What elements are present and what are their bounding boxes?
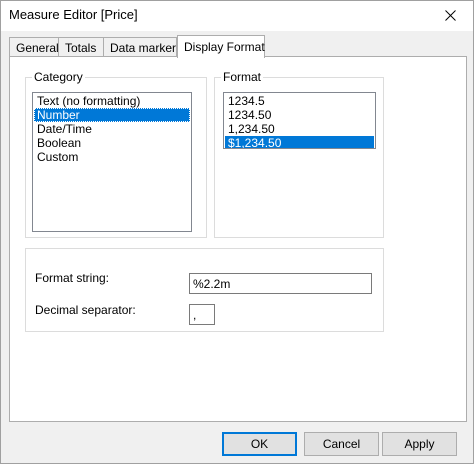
category-group-label: Category [32, 70, 85, 84]
tab-general[interactable]: General [9, 37, 59, 57]
category-item-boolean[interactable]: Boolean [34, 136, 190, 150]
tab-data-marker[interactable]: Data marker [103, 37, 177, 57]
format-listbox[interactable]: 1234.5 1234.50 1,234.50 $1,234.50 [223, 92, 376, 149]
ok-button[interactable]: OK [222, 432, 297, 456]
apply-button[interactable]: Apply [382, 432, 457, 456]
category-group: Category Text (no formatting) Number Dat… [25, 70, 207, 238]
measure-editor-dialog: Measure Editor [Price] General Totals Da… [0, 0, 474, 464]
decimal-separator-input[interactable] [189, 304, 215, 325]
format-string-input[interactable] [189, 273, 372, 294]
format-item-currency[interactable]: $1,234.50 [225, 136, 374, 148]
category-listbox[interactable]: Text (no formatting) Number Date/Time Bo… [32, 92, 192, 232]
format-string-group: Format string: Decimal separator: [25, 248, 384, 332]
format-item-thousands[interactable]: 1,234.50 [225, 122, 374, 136]
category-item-number[interactable]: Number [34, 108, 190, 122]
close-icon [444, 9, 456, 21]
format-item-plain[interactable]: 1234.5 [225, 94, 374, 108]
tab-strip: General Totals Data marker Display Forma… [9, 35, 469, 58]
format-group: Format 1234.5 1234.50 1,234.50 $1,234.50 [214, 70, 384, 238]
category-item-text[interactable]: Text (no formatting) [34, 94, 190, 108]
close-button[interactable] [433, 2, 467, 28]
tab-totals[interactable]: Totals [58, 37, 104, 57]
tab-display-format[interactable]: Display Format [177, 35, 265, 58]
display-format-panel: Category Text (no formatting) Number Dat… [9, 56, 467, 422]
title-bar: Measure Editor [Price] [1, 1, 473, 31]
decimal-separator-label: Decimal separator: [35, 303, 136, 317]
format-string-label: Format string: [35, 271, 110, 285]
format-item-two-decimals[interactable]: 1234.50 [225, 108, 374, 122]
category-item-datetime[interactable]: Date/Time [34, 122, 190, 136]
format-group-label: Format [221, 70, 264, 84]
cancel-button[interactable]: Cancel [304, 432, 379, 456]
window-title: Measure Editor [Price] [9, 7, 138, 22]
category-item-custom[interactable]: Custom [34, 150, 190, 164]
